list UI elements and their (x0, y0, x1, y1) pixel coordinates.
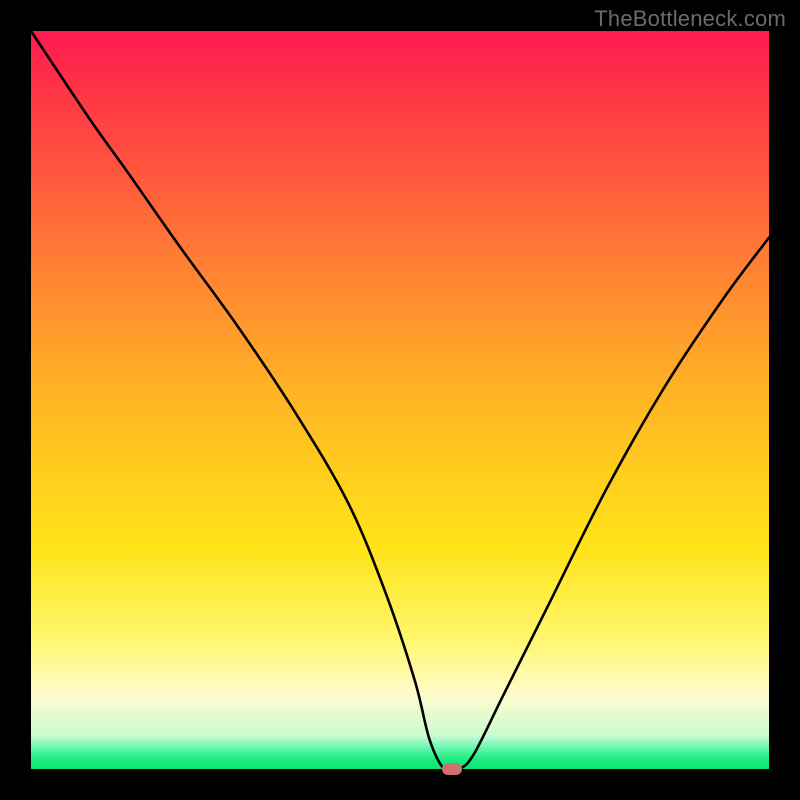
chart-marker (442, 763, 462, 775)
attribution-text: TheBottleneck.com (594, 6, 786, 32)
chart-plot-area (31, 31, 769, 769)
chart-curve (31, 31, 769, 769)
